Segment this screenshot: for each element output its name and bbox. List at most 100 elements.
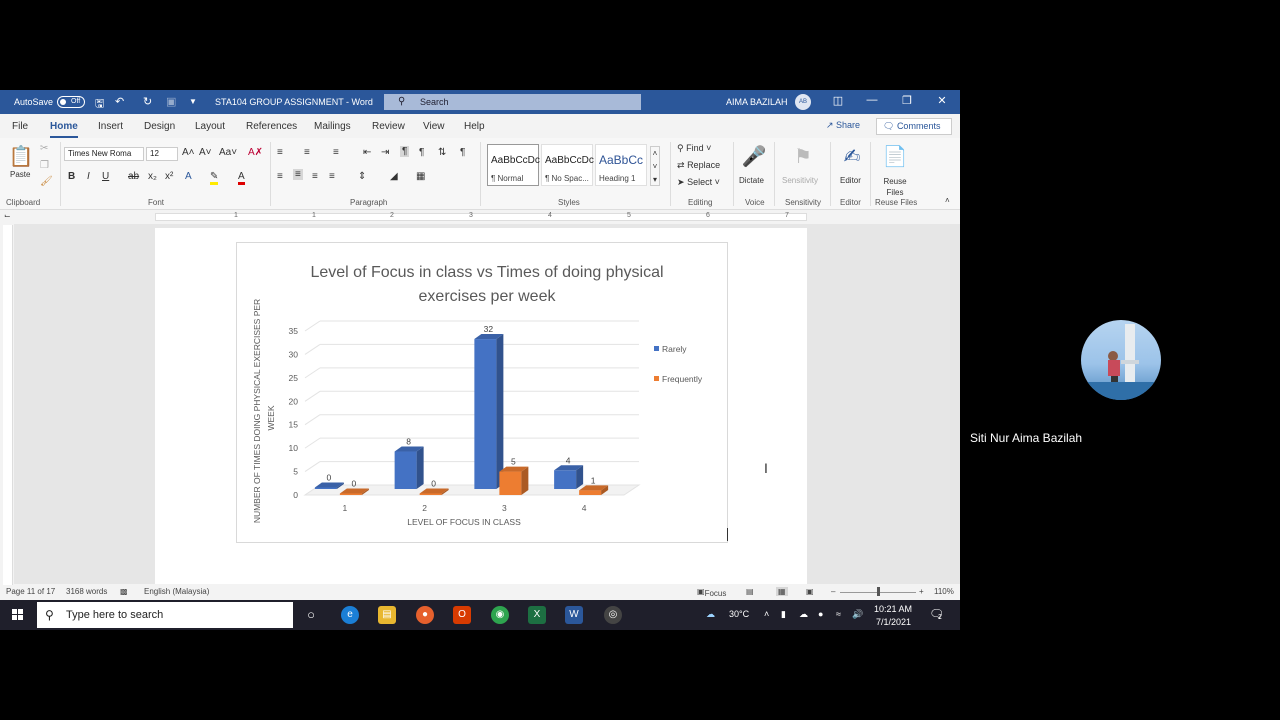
excel-icon[interactable]: X: [528, 606, 546, 624]
clock-time[interactable]: 10:21 AM: [874, 604, 912, 614]
clear-formatting-icon[interactable]: A✗: [248, 147, 263, 158]
edge-icon[interactable]: e: [341, 606, 359, 624]
save-icon[interactable]: 🖫: [95, 95, 104, 114]
tab-help[interactable]: Help: [464, 121, 485, 132]
numbering-icon[interactable]: ≡: [304, 147, 310, 158]
tab-file[interactable]: File: [12, 121, 28, 132]
ribbon-display-icon[interactable]: ◫: [828, 94, 848, 107]
share-button[interactable]: ↗ Share: [820, 118, 866, 135]
zoom-slider-thumb[interactable]: [877, 587, 880, 596]
vertical-ruler[interactable]: [3, 225, 13, 585]
align-left-icon[interactable]: ≡: [277, 171, 283, 182]
print-layout-icon[interactable]: ▦: [776, 587, 788, 596]
cut-icon[interactable]: ✂: [40, 143, 48, 154]
tab-references[interactable]: References: [246, 121, 297, 132]
wifi-icon[interactable]: ≈: [836, 609, 841, 619]
tab-view[interactable]: View: [423, 121, 445, 132]
strikethrough-icon[interactable]: ab: [128, 171, 139, 182]
undo-icon[interactable]: ↶: [115, 95, 124, 108]
web-layout-icon[interactable]: ▣: [806, 587, 814, 596]
subscript-icon[interactable]: x₂: [148, 171, 157, 182]
firefox-icon[interactable]: ●: [416, 606, 434, 624]
style-normal[interactable]: AaBbCcDc ¶ Normal: [487, 144, 540, 186]
style-no-spacing[interactable]: AaBbCcDc ¶ No Spac...: [541, 144, 594, 186]
taskbar-search[interactable]: ⚲ Type here to search: [37, 602, 293, 628]
file-explorer-icon[interactable]: ▤: [378, 606, 396, 624]
editor-label[interactable]: Editor: [840, 176, 861, 185]
dictate-label[interactable]: Dictate: [739, 176, 764, 185]
chrome-icon[interactable]: ◉: [491, 606, 509, 624]
language[interactable]: English (Malaysia): [144, 587, 209, 596]
tray-expand-icon[interactable]: ˄: [764, 609, 769, 619]
replace-button[interactable]: ⇄ Replace: [677, 160, 720, 171]
shrink-font-icon[interactable]: A˅: [199, 147, 212, 158]
italic-icon[interactable]: I: [87, 171, 90, 182]
page-count[interactable]: Page 11 of 17: [6, 587, 55, 596]
document-canvas[interactable]: Level of Focus in class vs Times of doin…: [14, 224, 960, 584]
underline-icon[interactable]: U: [102, 171, 109, 182]
tab-layout[interactable]: Layout: [195, 121, 225, 132]
style-heading-1[interactable]: AaBbCc Heading 1: [595, 144, 647, 186]
bullets-icon[interactable]: ≡: [277, 147, 283, 158]
styles-scroll[interactable]: ˄ ˅ ▾: [650, 146, 660, 186]
tab-insert[interactable]: Insert: [98, 121, 123, 132]
editor-icon[interactable]: ✍: [837, 144, 867, 172]
word-count[interactable]: 3168 words: [66, 587, 107, 596]
participant-tile[interactable]: Siti Nur Aima Bazilah: [960, 270, 1280, 450]
zoom-level[interactable]: 110%: [934, 587, 954, 596]
autosave-toggle[interactable]: Off: [57, 96, 85, 108]
highlight-icon[interactable]: ✎: [210, 171, 219, 185]
temperature[interactable]: 30°C: [729, 609, 749, 619]
justify-icon[interactable]: ≡: [329, 171, 335, 182]
superscript-icon[interactable]: x²: [165, 171, 173, 182]
onedrive-icon[interactable]: ☁: [799, 609, 808, 620]
paste-icon[interactable]: 📋: [6, 144, 36, 172]
change-case-icon[interactable]: Aa˅: [219, 147, 237, 158]
decrease-indent-icon[interactable]: ⇤: [363, 147, 371, 158]
font-name-combo[interactable]: Times New Roma: [64, 147, 144, 161]
line-spacing-icon[interactable]: ⇕: [358, 171, 366, 182]
windows-start-icon[interactable]: [12, 609, 24, 621]
proofing-icon[interactable]: ▩: [120, 587, 128, 596]
tab-review[interactable]: Review: [372, 121, 405, 132]
align-right-icon[interactable]: ≡: [312, 171, 318, 182]
horizontal-ruler[interactable]: ⌙ 1 1 2 3 4 5 6 7: [0, 210, 960, 224]
minimize-button[interactable]: —: [862, 94, 882, 106]
clock-date[interactable]: 7/1/2021: [876, 617, 911, 627]
user-avatar[interactable]: AB: [795, 94, 811, 110]
reuse-files-icon[interactable]: 📄: [880, 144, 910, 172]
font-color-icon[interactable]: A: [238, 171, 245, 185]
select-button[interactable]: ➤ Select ˅: [677, 177, 720, 188]
tab-mailings[interactable]: Mailings: [314, 121, 351, 132]
tab-home[interactable]: Home: [50, 121, 78, 138]
rtl-icon[interactable]: ¶: [419, 147, 424, 158]
microphone-tray-icon[interactable]: ●: [818, 609, 823, 619]
obs-icon[interactable]: ◎: [604, 606, 622, 624]
sensitivity-label[interactable]: Sensitivity: [782, 176, 818, 185]
format-painter-icon[interactable]: 🖌: [40, 176, 53, 187]
grow-font-icon[interactable]: A˄: [182, 147, 195, 158]
multilevel-list-icon[interactable]: ≡: [333, 147, 339, 158]
customize-qat-icon[interactable]: ▼: [189, 97, 197, 106]
microphone-icon[interactable]: 🎤: [739, 144, 769, 172]
align-center-icon[interactable]: ≡: [293, 169, 303, 180]
cortana-icon[interactable]: ○: [302, 606, 320, 624]
zoom-out-button[interactable]: –: [831, 587, 835, 596]
redo-icon[interactable]: ↻: [143, 95, 152, 108]
chart[interactable]: Level of Focus in class vs Times of doin…: [236, 242, 728, 543]
weather-icon[interactable]: ☁: [706, 609, 715, 620]
comments-button[interactable]: 🗨 Comments: [876, 118, 952, 135]
battery-icon[interactable]: ▮: [781, 609, 786, 620]
show-marks-icon[interactable]: ¶: [460, 147, 465, 158]
ltr-icon[interactable]: ¶: [400, 146, 410, 157]
read-mode-icon[interactable]: ▤: [746, 587, 754, 596]
sort-icon[interactable]: ⇅: [438, 147, 446, 158]
restore-button[interactable]: ❐: [897, 94, 917, 107]
document-page[interactable]: Level of Focus in class vs Times of doin…: [155, 228, 807, 584]
focus-button[interactable]: ▣ Focus: [697, 587, 726, 598]
font-size-combo[interactable]: 12: [146, 147, 178, 161]
tab-selector-icon[interactable]: ⌙: [4, 211, 11, 220]
find-button[interactable]: ⚲ Find ˅: [677, 143, 711, 154]
zoom-in-button[interactable]: +: [919, 587, 924, 596]
close-button[interactable]: ✕: [932, 94, 952, 107]
